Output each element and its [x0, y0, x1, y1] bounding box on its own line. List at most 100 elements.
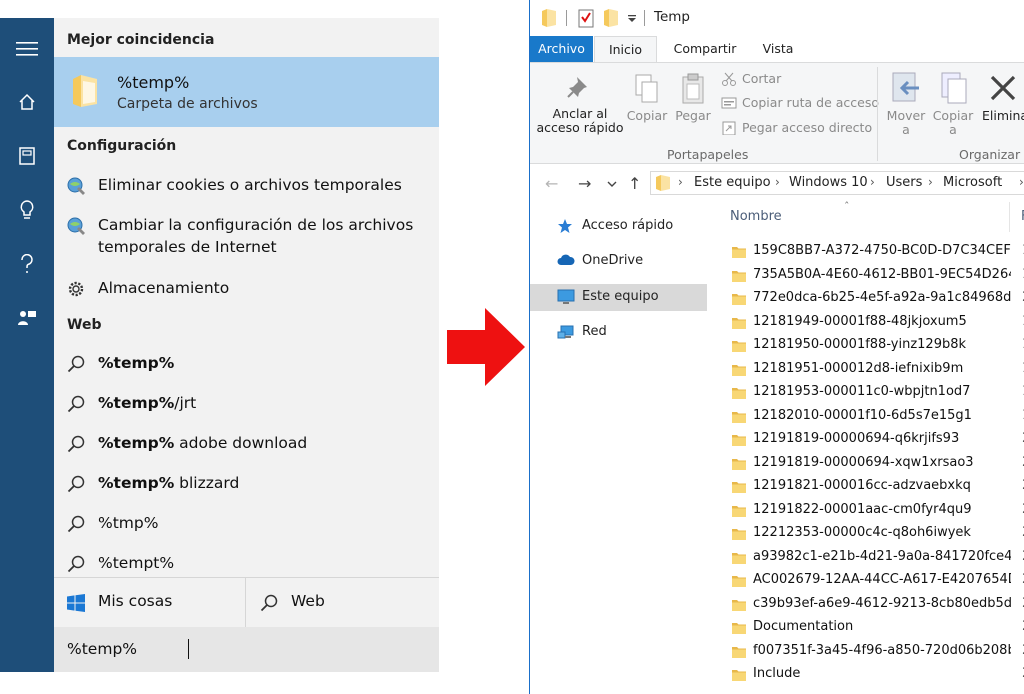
- recent-locations-icon[interactable]: [607, 180, 617, 188]
- ribbon-group-separator: [877, 67, 878, 161]
- question-icon: [21, 254, 33, 273]
- settings-result-label: Almacenamiento: [98, 279, 230, 297]
- organize-group-label: Organizar: [959, 147, 1021, 162]
- tab-web[interactable]: Web: [247, 578, 439, 628]
- back-button[interactable]: ←: [545, 174, 558, 193]
- column-header-name[interactable]: Nombre: [730, 209, 782, 224]
- file-row[interactable]: 772e0dca-6b25-4e5f-a92a-9a1c84968d502: [710, 287, 1024, 310]
- file-row[interactable]: 12181949-00001f88-48jkjoxum51: [710, 311, 1024, 334]
- nav-item-este-equipo[interactable]: Este equipo: [530, 284, 707, 311]
- start-rail: [0, 18, 54, 672]
- properties-icon[interactable]: [578, 8, 594, 28]
- pin-quick-access-button[interactable]: Anclar al acceso rápido: [536, 73, 624, 135]
- column-separator[interactable]: [1009, 202, 1010, 232]
- best-match-subtitle: Carpeta de archivos: [117, 96, 258, 112]
- breadcrumb-users[interactable]: Users: [886, 175, 922, 190]
- file-row[interactable]: 12212353-00000c4c-q8oh6iwyek2: [710, 522, 1024, 545]
- breadcrumb-microsoft[interactable]: Microsoft: [943, 175, 1002, 190]
- folder-icon: [732, 435, 746, 446]
- search-input-value: %temp%: [67, 640, 138, 658]
- new-folder-icon[interactable]: [603, 8, 619, 28]
- file-name: a93982c1-e21b-4d21-9a0a-841720fce490: [753, 548, 1011, 564]
- file-row[interactable]: 12181951-000012d8-iefnixib9m1: [710, 358, 1024, 381]
- start-search-panel: Mejor coincidencia %temp% Carpeta de arc…: [0, 18, 439, 672]
- file-row[interactable]: 735A5B0A-4E60-4612-BB01-9EC54D264D...1: [710, 264, 1024, 287]
- nav-item-red[interactable]: Red: [530, 319, 707, 346]
- breadcrumb-windows10[interactable]: Windows 10: [789, 175, 868, 190]
- hamburger-menu-button[interactable]: [0, 23, 54, 75]
- file-row[interactable]: 12191819-00000694-xqw1xrsao32: [710, 452, 1024, 475]
- feedback-button[interactable]: [0, 292, 54, 344]
- file-row[interactable]: Documentation2: [710, 616, 1024, 639]
- tab-mis-cosas[interactable]: Mis cosas: [54, 578, 246, 628]
- forward-button[interactable]: →: [578, 174, 591, 193]
- file-row[interactable]: 12181953-000011c0-wbpjtn1od71: [710, 381, 1024, 404]
- breadcrumb-este-equipo[interactable]: Este equipo: [694, 175, 771, 190]
- file-row[interactable]: 12191819-00000694-q6krjifs932: [710, 428, 1024, 451]
- hamburger-icon: [16, 42, 38, 56]
- help-button[interactable]: [0, 238, 54, 290]
- nav-item-quick-access[interactable]: Acceso rápido: [530, 213, 707, 240]
- tab-compartir[interactable]: Compartir: [661, 36, 749, 62]
- web-suggestion[interactable]: %tempt%: [54, 552, 439, 576]
- file-row[interactable]: c39b93ef-a6e9-4612-9213-8cb80edb5db92: [710, 593, 1024, 616]
- web-suggestion[interactable]: %temp%: [54, 352, 439, 376]
- file-row[interactable]: 12191822-00001aac-cm0fyr4qu92: [710, 499, 1024, 522]
- web-header: Web: [67, 317, 102, 333]
- web-suggestion[interactable]: %temp%/jrt: [54, 392, 439, 416]
- web-suggestion-rest: %tmp%: [98, 514, 159, 532]
- web-suggestion[interactable]: %tmp%: [54, 512, 439, 536]
- scissors-icon: [722, 72, 736, 86]
- delete-button[interactable]: Elimina: [982, 71, 1024, 123]
- delete-x-icon: [990, 75, 1016, 101]
- notebook-icon: [19, 147, 35, 165]
- address-field[interactable]: › Este equipo › Windows 10 › Users › Mic…: [650, 171, 1024, 195]
- search-input[interactable]: %temp%: [54, 627, 439, 672]
- search-icon: [67, 475, 85, 493]
- move-to-line1: Mover: [886, 108, 926, 123]
- settings-result-storage[interactable]: Almacenamiento: [54, 277, 439, 301]
- file-row[interactable]: f007351f-3a45-4f96-a850-720d06b208b62: [710, 640, 1024, 663]
- red-arrow-icon: [447, 308, 525, 386]
- nav-item-label: Red: [582, 324, 607, 339]
- paste-label: Pegar: [675, 108, 711, 123]
- customize-toolbar-icon[interactable]: [627, 14, 637, 24]
- tab-inicio[interactable]: Inicio: [594, 36, 657, 62]
- reminders-button[interactable]: [0, 184, 54, 236]
- notebook-button[interactable]: [0, 130, 54, 182]
- cloud-icon: [557, 254, 575, 265]
- file-row[interactable]: 12191821-000016cc-adzvaebxkq2: [710, 475, 1024, 498]
- file-row[interactable]: Include2: [710, 663, 1024, 686]
- file-row[interactable]: a93982c1-e21b-4d21-9a0a-841720fce4902: [710, 546, 1024, 569]
- file-name: 12191819-00000694-xqw1xrsao3: [753, 454, 974, 470]
- folder-icon: [732, 482, 746, 493]
- file-row[interactable]: 12182010-00001f10-6d5s7e15g11: [710, 405, 1024, 428]
- web-suggestion-bold: %temp%: [98, 394, 175, 412]
- file-row[interactable]: AC002679-12AA-44CC-A617-E4207654D...2: [710, 569, 1024, 592]
- clipboard-group-label: Portapapeles: [667, 147, 749, 162]
- breadcrumb-separator: ›: [678, 175, 683, 189]
- home-button[interactable]: [0, 76, 54, 128]
- settings-result-temp-files[interactable]: Cambiar la configuración de los archivos…: [54, 214, 439, 262]
- web-suggestion[interactable]: %temp% blizzard: [54, 472, 439, 496]
- copy-icon: [635, 74, 658, 103]
- copy-button[interactable]: Copiar: [624, 73, 670, 123]
- up-button[interactable]: ↑: [628, 174, 641, 193]
- file-row[interactable]: 159C8BB7-A372-4750-BC0D-D7C34CEF79...1: [710, 240, 1024, 263]
- file-name: AC002679-12AA-44CC-A617-E4207654D...: [753, 572, 1011, 587]
- copy-to-line2: a: [949, 122, 957, 137]
- folder-icon: [732, 552, 746, 564]
- copy-to-button[interactable]: Copiar a: [928, 71, 978, 137]
- tab-archivo[interactable]: Archivo: [530, 36, 593, 62]
- navigation-pane: Acceso rápido OneDrive Este equipo Red: [530, 202, 710, 694]
- best-match-result[interactable]: %temp% Carpeta de archivos: [54, 57, 439, 127]
- web-suggestion[interactable]: %temp% adobe download: [54, 432, 439, 456]
- copy-label: Copiar: [626, 108, 668, 123]
- paste-button[interactable]: Pegar: [670, 73, 716, 123]
- nav-item-onedrive[interactable]: OneDrive: [530, 248, 707, 275]
- copy-to-icon: [941, 72, 967, 104]
- settings-result-cookies[interactable]: Eliminar cookies o archivos temporales: [54, 174, 439, 198]
- file-row[interactable]: 12181950-00001f88-yinz129b8k1: [710, 334, 1024, 357]
- tab-vista[interactable]: Vista: [752, 36, 804, 62]
- move-to-button[interactable]: Mover a: [882, 71, 930, 137]
